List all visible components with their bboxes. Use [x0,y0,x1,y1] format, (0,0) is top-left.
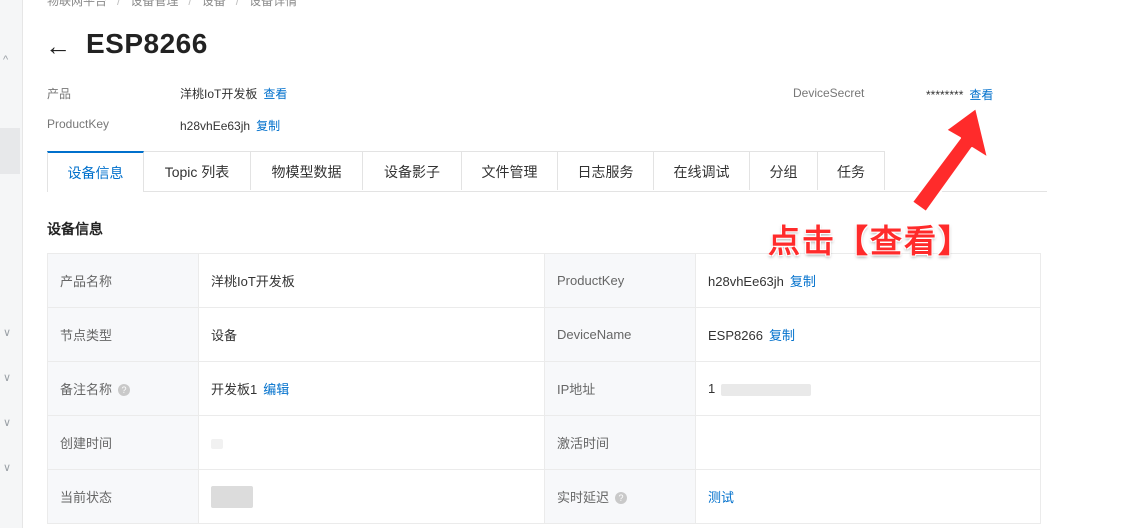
help-icon[interactable]: ? [118,384,131,396]
tab-online-debug[interactable]: 在线调试 [653,151,750,190]
ip-label: IP地址 [544,361,696,416]
productkey-label: ProductKey [47,117,110,131]
product-label: 产品 [47,87,72,101]
table-row: 当前状态 实时延迟? 测试 [47,469,1041,524]
tab-thing-model-data[interactable]: 物模型数据 [250,151,363,190]
device-info-table: 产品名称 洋桃IoT开发板 ProductKey h28vhEe63jh 复制 节… [47,253,1041,524]
remark-label-cell: 备注名称? [47,361,199,416]
tab-log-service[interactable]: 日志服务 [557,151,654,190]
product-name-label: 产品名称 [47,253,199,308]
ip-value: 1 [708,381,716,396]
remark-cell: 开发板1 编辑 [198,361,545,416]
copy-devicename-link[interactable]: 复制 [769,328,795,343]
devicename-cell: ESP8266 复制 [695,307,1041,362]
breadcrumb: 物联网平台 / 设备管理 / 设备 / 设备详情 [47,0,297,9]
tab-groups[interactable]: 分组 [749,151,818,190]
breadcrumb-item[interactable]: 设备管理 [130,0,178,8]
productkey-value: h28vhEe63jh 复制 [180,117,280,134]
tab-topic-list[interactable]: Topic 列表 [143,151,251,190]
product-name-value: 洋桃IoT开发板 [198,253,545,308]
tab-device-shadow[interactable]: 设备影子 [362,151,462,190]
node-type-value: 设备 [198,307,545,362]
ip-cell: 1 [695,361,1041,416]
chevron-down-icon[interactable]: ∨ [3,371,11,384]
page-title: ESP8266 [86,28,208,59]
latency-label: 实时延迟 [557,490,610,505]
devicename-value: ESP8266 [708,328,763,343]
view-product-link[interactable]: 查看 [263,87,287,101]
latency-cell: 测试 [695,469,1041,524]
chevron-down-icon[interactable]: ∨ [3,416,11,429]
chevron-down-icon[interactable]: ∨ [3,461,11,474]
help-icon[interactable]: ? [615,492,628,504]
created-time-value [198,415,545,470]
breadcrumb-item[interactable]: 物联网平台 [47,0,107,8]
activated-time-value [695,415,1041,470]
productkey-text: h28vhEe63jh [180,119,251,133]
redacted-block [211,438,223,449]
product-value: 洋桃IoT开发板 查看 [180,85,287,102]
status-value [198,469,545,524]
redacted-block [211,485,253,508]
red-arrow-annotation-icon [911,107,989,213]
latency-label-cell: 实时延迟? [544,469,696,524]
copy-productkey-link[interactable]: 复制 [790,274,816,289]
created-time-label: 创建时间 [47,415,199,470]
annotation-callout: 点击【查看】 [768,223,973,259]
tab-file-management[interactable]: 文件管理 [461,151,558,190]
remark-value: 开发板1 [211,382,258,397]
table-row: 备注名称? 开发板1 编辑 IP地址 1 [47,361,1041,416]
edit-remark-link[interactable]: 编辑 [263,382,289,397]
tab-device-info[interactable]: 设备信息 [47,151,144,192]
status-label: 当前状态 [47,469,199,524]
breadcrumb-item: 设备详情 [249,0,298,8]
remark-label: 备注名称 [60,382,113,397]
activated-time-label: 激活时间 [544,415,696,470]
table-row: 节点类型 设备 DeviceName ESP8266 复制 [47,307,1041,362]
node-type-label: 节点类型 [47,307,199,362]
table-row: 创建时间 激活时间 [47,415,1041,470]
sidebar-selected-item[interactable] [0,128,20,174]
product-name: 洋桃IoT开发板 [180,87,258,101]
chevron-down-icon[interactable]: ∨ [3,326,11,339]
test-latency-link[interactable]: 测试 [708,490,734,505]
devicename-label: DeviceName [544,307,696,362]
redacted-block [721,383,812,396]
section-title: 设备信息 [47,221,103,237]
copy-productkey-link[interactable]: 复制 [256,119,280,133]
tab-tasks[interactable]: 任务 [817,151,885,190]
back-arrow-icon[interactable]: ← [45,30,71,62]
tab-bar: 设备信息 Topic 列表 物模型数据 设备影子 文件管理 日志服务 在线调试 … [47,151,1047,192]
chevron-up-icon[interactable]: ^ [3,54,8,66]
productkey-label: ProductKey [544,253,696,308]
devicesecret-label: DeviceSecret [793,86,865,100]
breadcrumb-item[interactable]: 设备 [202,0,226,8]
productkey-value: h28vhEe63jh [708,274,784,289]
left-sidebar: ^ ∨ ∨ ∨ ∨ [0,0,23,528]
